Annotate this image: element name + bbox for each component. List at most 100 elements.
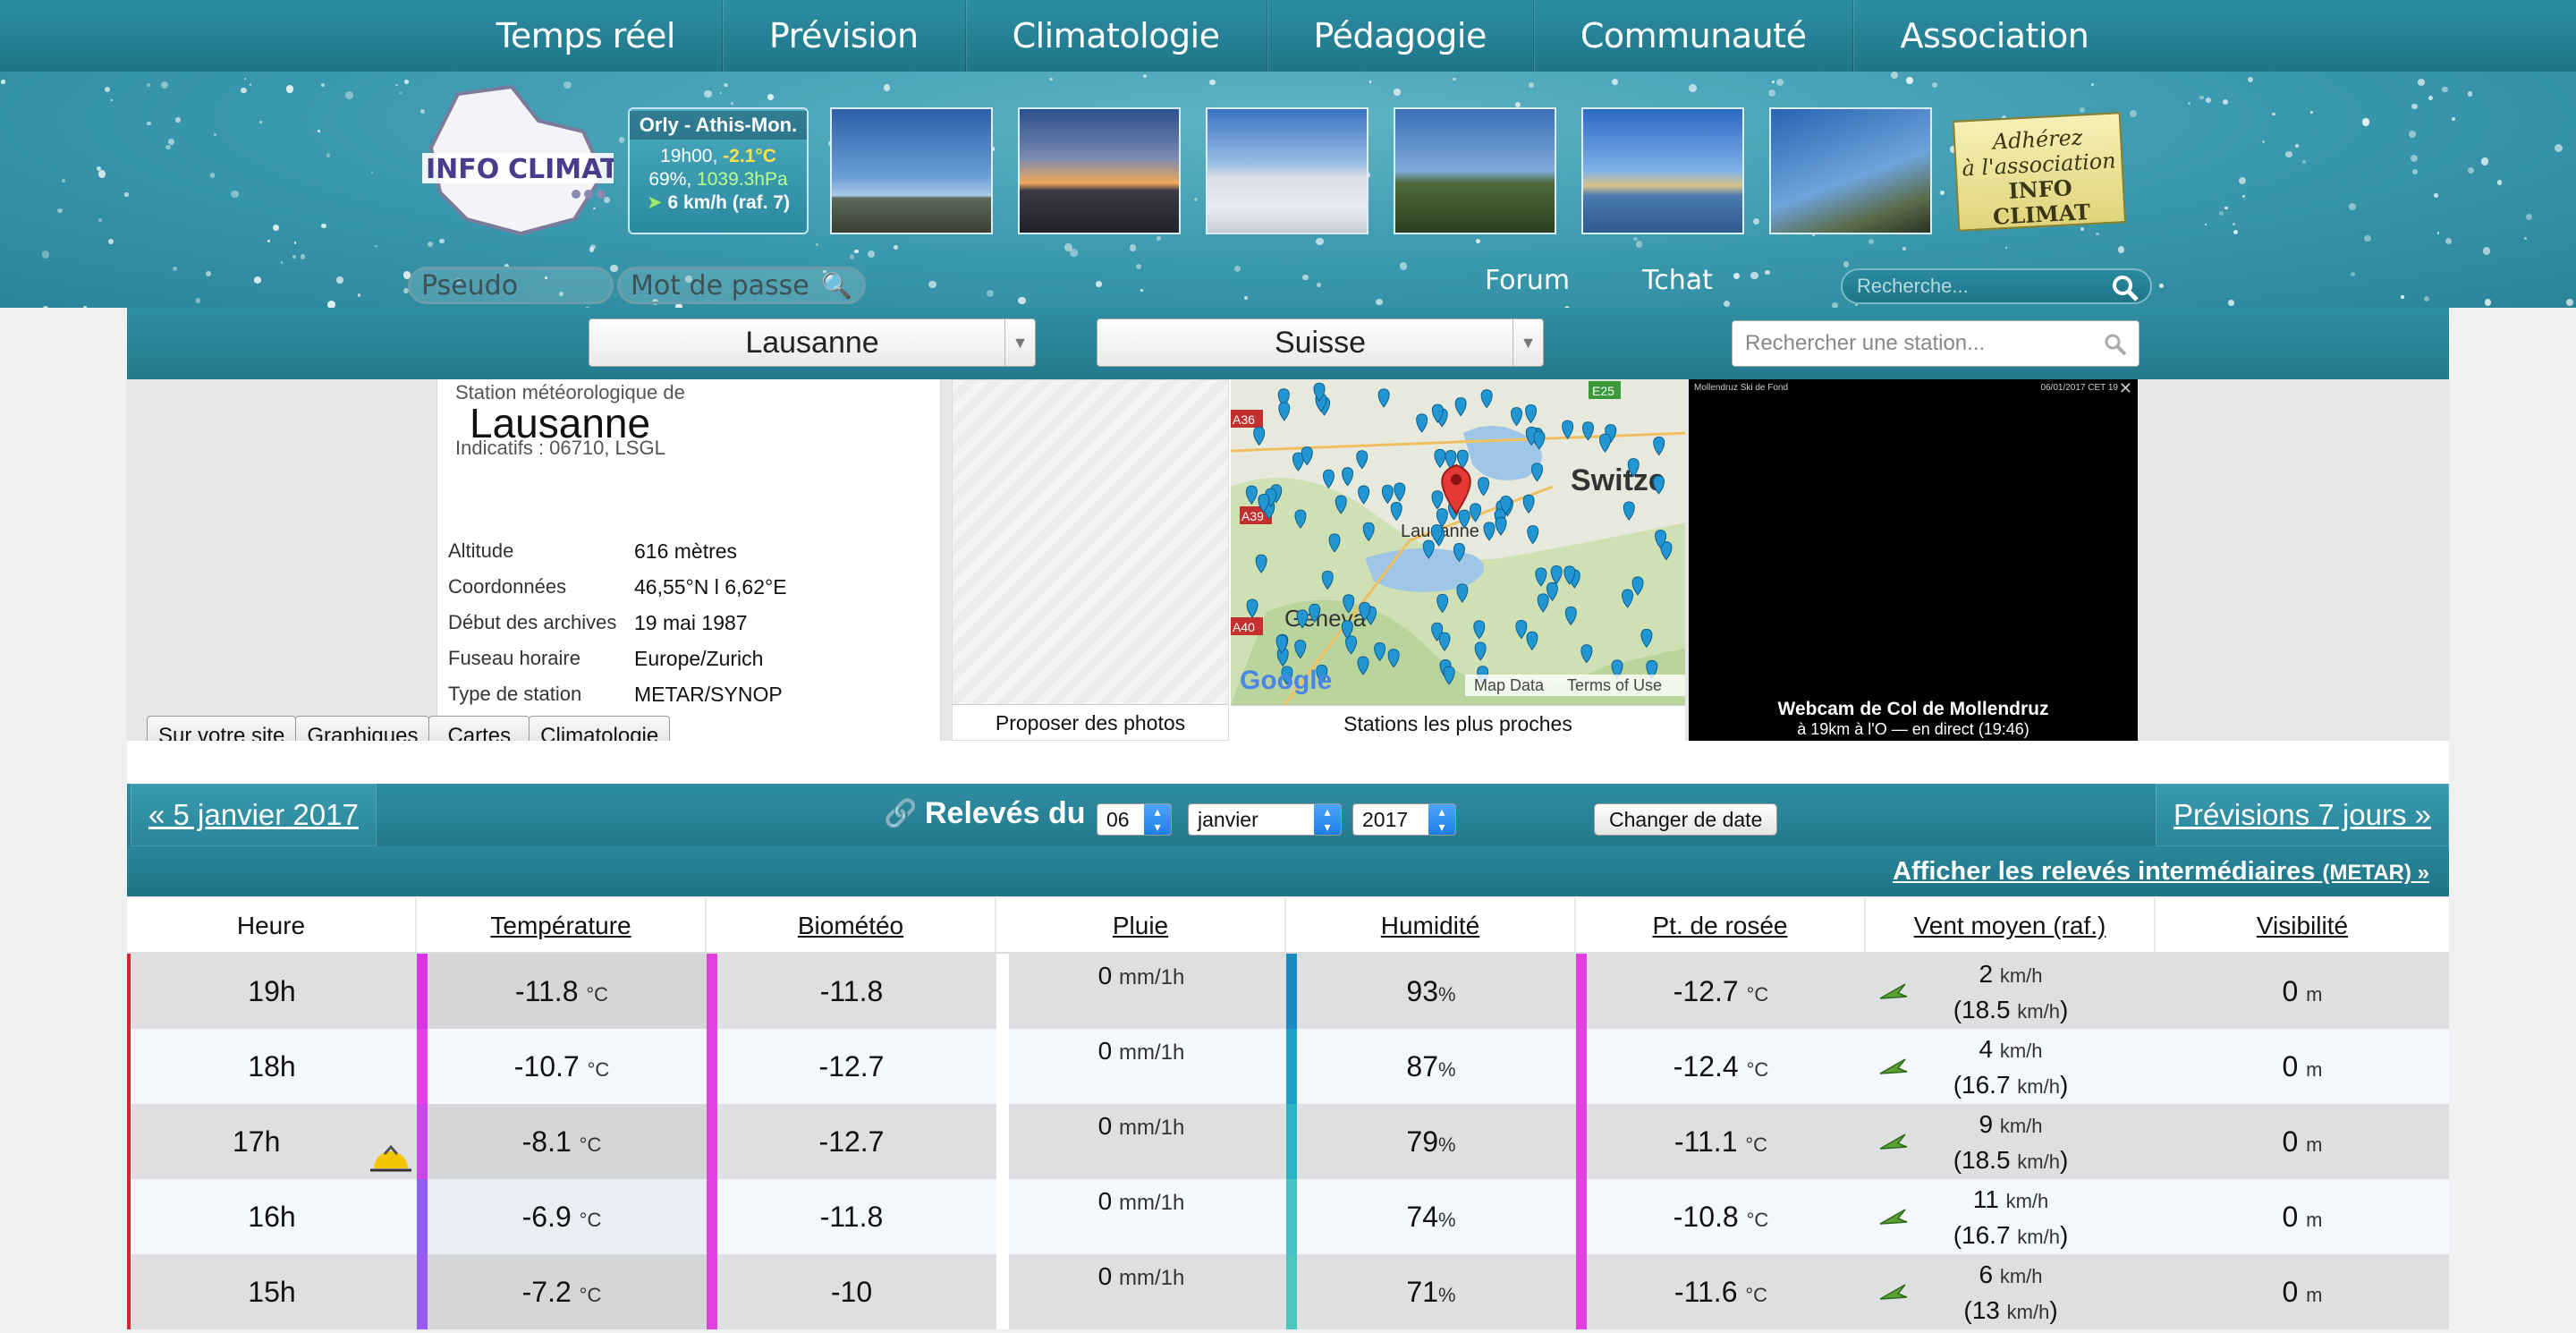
close-icon[interactable]: ✕	[2119, 379, 2132, 398]
password-input[interactable]	[620, 269, 817, 301]
rosee-value: -11.1	[1674, 1125, 1738, 1158]
rafale-value: 13	[1971, 1296, 2000, 1324]
snowflake	[1209, 79, 1216, 85]
nearby-stations-map[interactable]: E25 A36 A39 A40 Switze Geneva Lausanne G…	[1229, 379, 1685, 741]
road-label: A36	[1233, 412, 1255, 427]
forecast-7-days-link[interactable]: Prévisions 7 jours »	[2156, 784, 2449, 846]
cell-rosee: -12.4 °C	[1576, 1029, 1866, 1104]
snowflake	[294, 242, 297, 244]
col-visibilite-label[interactable]: Visibilité	[2257, 912, 2348, 939]
col-biometeo[interactable]: Biométéo	[707, 898, 996, 952]
col-temperature[interactable]: Température	[417, 898, 707, 952]
nearby-stations-link[interactable]: Stations les plus proches	[1231, 705, 1685, 741]
snowflake	[231, 190, 239, 198]
cell-vent: 9 km/h (18.5 km/h)	[1866, 1104, 2156, 1179]
col-rosee[interactable]: Pt. de rosée	[1576, 898, 1866, 952]
snowflake	[173, 267, 178, 272]
search-icon[interactable]	[2111, 274, 2140, 302]
col-biometeo-label[interactable]: Biométéo	[798, 912, 903, 939]
year-select[interactable]: 2017 ▴ ▾	[1352, 803, 1456, 836]
snowflake	[1243, 295, 1249, 301]
col-visibilite[interactable]: Visibilité	[2156, 898, 2449, 952]
day-select[interactable]: 06 ▴ ▾	[1097, 803, 1172, 836]
nav-temps-reel[interactable]: Temps réel	[450, 0, 723, 72]
search-icon[interactable]	[2103, 332, 2128, 357]
snowflake	[2302, 160, 2306, 164]
map-canvas[interactable]: E25 A36 A39 A40 Switze Geneva Lausanne G…	[1231, 379, 1685, 706]
password-field[interactable]: 🔍	[617, 267, 866, 304]
photo-thumbnail[interactable]	[1206, 107, 1368, 234]
key-icon[interactable]: 🔍	[821, 271, 852, 301]
snowflake	[2496, 180, 2503, 185]
station-panel: Station météorologique de Lausanne Indic…	[127, 379, 2449, 757]
chevron-down-icon[interactable]: ▼	[1513, 319, 1543, 366]
station-search[interactable]	[1732, 320, 2140, 367]
nav-association[interactable]: Association	[1853, 0, 2135, 72]
photo-thumbnail[interactable]	[1394, 107, 1556, 234]
adhere-association-badge[interactable]: Adhérez à l'association INFO CLIMAT	[1952, 112, 2127, 232]
col-vent-label[interactable]: Vent moyen (raf.)	[1914, 912, 2106, 939]
snowflake	[1302, 274, 1309, 280]
photo-thumbnail[interactable]	[1581, 107, 1744, 234]
photos-placeholder[interactable]: Proposer des photos	[952, 379, 1229, 741]
snowflake	[2228, 300, 2234, 306]
month-select[interactable]: janvier ▴ ▾	[1188, 803, 1342, 836]
snowflake	[438, 238, 445, 244]
snowflake	[2480, 157, 2489, 166]
cell-biometeo: -11.8	[707, 1179, 996, 1254]
forum-link[interactable]: Forum	[1485, 265, 1570, 296]
table-row: 18h -10.7 °C -12.7 0 mm/1h 87% -12.4 °C 4 km/h…	[127, 1029, 2449, 1104]
header-search[interactable]	[1841, 268, 2152, 304]
photo-thumbnail[interactable]	[830, 107, 993, 234]
pseudo-field[interactable]	[408, 267, 614, 304]
col-pluie[interactable]: Pluie	[996, 898, 1286, 952]
pseudo-input[interactable]	[411, 269, 611, 301]
snowflake	[195, 298, 201, 304]
infoclimat-logo[interactable]: INFO CLIMAT	[404, 85, 614, 237]
propose-photos-link[interactable]: Proposer des photos	[953, 704, 1228, 740]
col-humidite-label[interactable]: Humidité	[1381, 912, 1479, 939]
photo-thumbnail[interactable]	[1018, 107, 1181, 234]
releves-title: Relevés du	[925, 796, 1086, 830]
spinner-icon[interactable]: ▴ ▾	[1144, 804, 1171, 835]
city-select[interactable]: Lausanne ▼	[589, 318, 1036, 367]
station-search-input[interactable]	[1733, 321, 2090, 366]
snowflake	[1049, 77, 1053, 81]
terms-link[interactable]: Terms of Use	[1567, 676, 1662, 694]
nav-communaute[interactable]: Communauté	[1534, 0, 1854, 72]
cell-biometeo: -12.7	[707, 1029, 996, 1104]
spinner-icon[interactable]: ▴ ▾	[1428, 804, 1455, 835]
biometeo-value: -12.7	[818, 1125, 885, 1158]
country-select[interactable]: Suisse ▼	[1097, 318, 1544, 367]
snowflake	[327, 301, 335, 308]
nav-climatologie[interactable]: Climatologie	[966, 0, 1267, 72]
col-vent[interactable]: Vent moyen (raf.)	[1866, 898, 2156, 952]
snowflake	[1316, 237, 1324, 246]
previous-day-link[interactable]: « 5 janvier 2017	[131, 784, 377, 846]
cell-visibilite: 0 m	[2156, 1104, 2449, 1179]
col-pluie-label[interactable]: Pluie	[1113, 912, 1168, 939]
spinner-icon[interactable]: ▴ ▾	[1314, 804, 1341, 835]
snowflake	[395, 83, 398, 87]
photo-thumbnail[interactable]	[1769, 107, 1932, 234]
vent-unit: km/h	[1999, 1115, 2043, 1137]
snowflake	[1931, 81, 1938, 89]
webcam-panel[interactable]: Mollendruz Ski de Fond 06/01/2017 CET 19…	[1689, 379, 2138, 741]
header-search-input[interactable]	[1843, 270, 2093, 302]
snowflake	[2285, 150, 2292, 158]
observation-widget[interactable]: Orly - Athis-Mon. 19h00, -2.1°C 69%, 103…	[628, 107, 809, 234]
tchat-link[interactable]: Tchat	[1642, 265, 1713, 296]
col-temperature-label[interactable]: Température	[490, 912, 631, 939]
col-humidite[interactable]: Humidité	[1286, 898, 1576, 952]
show-metar-link[interactable]: Afficher les relevés intermédiaires (MET…	[1893, 857, 2429, 887]
chevron-down-icon[interactable]: ▼	[1004, 319, 1035, 366]
nav-prevision[interactable]: Prévision	[723, 0, 966, 72]
observation-station: Orly - Athis-Mon.	[630, 111, 807, 140]
nav-pedagogie[interactable]: Pédagogie	[1267, 0, 1534, 72]
month-select-value: janvier	[1198, 808, 1258, 831]
map-data-link[interactable]: Map Data	[1474, 676, 1545, 694]
snowflake	[767, 93, 775, 101]
pluie-unit: mm/1h	[1119, 1266, 1185, 1290]
change-date-button[interactable]: Changer de date	[1594, 803, 1778, 836]
col-rosee-label[interactable]: Pt. de rosée	[1653, 912, 1788, 939]
